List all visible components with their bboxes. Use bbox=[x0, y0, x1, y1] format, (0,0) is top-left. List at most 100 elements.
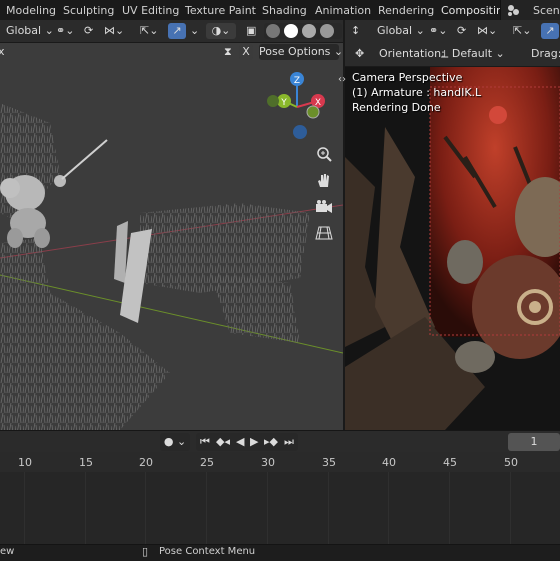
scene-selector[interactable]: Scen bbox=[500, 0, 560, 20]
tab-animation[interactable]: Animation bbox=[315, 0, 371, 20]
orientation-label: Orientation: bbox=[379, 47, 445, 60]
status-context-menu-hint: Pose Context Menu bbox=[159, 546, 256, 557]
frame-gridline bbox=[85, 472, 86, 544]
shading-mode-buttons bbox=[264, 23, 342, 39]
xray-icon[interactable]: ▣ bbox=[246, 20, 256, 42]
frame-tick: 10 bbox=[18, 456, 32, 469]
overlay-toggle[interactable]: ◑⌄ bbox=[206, 23, 236, 39]
region-toggle-icon[interactable]: ‹› bbox=[338, 74, 346, 85]
snap-target-icon[interactable]: ⋈⌄ bbox=[477, 20, 497, 42]
gizmo-dropdown[interactable]: ⌄ bbox=[190, 20, 199, 42]
playback-controls: ⏮ ◆◂ ◀ ▶ ▸◆ ⏭ bbox=[196, 433, 298, 451]
grass-mesh bbox=[210, 273, 300, 343]
pan-hand-icon[interactable] bbox=[313, 170, 335, 192]
tab-sculpting[interactable]: Sculpting bbox=[63, 0, 114, 20]
play-icon[interactable]: ▶ bbox=[250, 433, 258, 451]
pivot-icon[interactable]: ⚭⌄ bbox=[56, 20, 74, 42]
tab-texture-paint[interactable]: Texture Paint bbox=[185, 0, 256, 20]
frame-tick: 30 bbox=[261, 456, 275, 469]
rendered-shading-icon[interactable] bbox=[320, 24, 334, 38]
record-icon: ● bbox=[163, 435, 174, 448]
frame-tick: 20 bbox=[139, 456, 153, 469]
orientation-dropdown-right[interactable]: Global ⌄ bbox=[377, 20, 425, 42]
frame-tick: 25 bbox=[200, 456, 214, 469]
frame-gridline bbox=[267, 472, 268, 544]
tab-uv-editing[interactable]: UV Editing bbox=[122, 0, 179, 20]
frame-tick: 40 bbox=[382, 456, 396, 469]
frame-gridline bbox=[328, 472, 329, 544]
orientation-dropdown[interactable]: Global ⌄ bbox=[6, 20, 54, 42]
drag-label: Drag: bbox=[531, 47, 560, 60]
wireframe-shading-icon[interactable] bbox=[266, 24, 280, 38]
next-keyframe-icon[interactable]: ▸◆ bbox=[264, 433, 278, 451]
status-left-hint: ew bbox=[0, 546, 15, 557]
chevron-down-icon: ⌄ bbox=[495, 47, 505, 60]
gizmo-z-label: Z bbox=[294, 76, 300, 86]
jump-end-icon[interactable]: ⏭ bbox=[284, 433, 294, 451]
axis-icon: ⟂ bbox=[441, 47, 449, 60]
gizmo-y-label: Y bbox=[280, 98, 287, 108]
camera-view-icon[interactable] bbox=[313, 196, 335, 218]
timeline-header: ● ⌄ ⏮ ◆◂ ◀ ▶ ▸◆ ⏭ 1 bbox=[0, 430, 560, 453]
snap-target-icon[interactable]: ⋈⌄ bbox=[104, 20, 124, 42]
current-frame-field[interactable]: 1 bbox=[508, 433, 560, 451]
rendered-scene bbox=[345, 67, 560, 430]
left-viewport-subheader: x ⧗ X Pose Options ⌄ bbox=[0, 43, 343, 63]
chevron-down-icon: ⌄ bbox=[333, 45, 344, 58]
move-icon[interactable]: ↕ bbox=[351, 20, 360, 42]
gizmo-neg-y[interactable] bbox=[306, 105, 320, 119]
timeline-ruler[interactable]: 10 15 20 25 30 35 40 45 50 bbox=[0, 452, 560, 472]
frame-tick: 35 bbox=[322, 456, 336, 469]
pivot-icon[interactable]: ⚭⌄ bbox=[429, 20, 447, 42]
tab-modeling[interactable]: Modeling bbox=[6, 0, 56, 20]
zoom-icon[interactable] bbox=[313, 144, 335, 166]
frame-tick: 45 bbox=[443, 456, 457, 469]
transform-icon: ✥ bbox=[355, 47, 365, 60]
tab-compositing[interactable]: Compositin bbox=[441, 0, 503, 20]
pose-options-dropdown[interactable]: Pose Options ⌄ bbox=[259, 44, 343, 60]
orientation-default-dropdown[interactable]: ⟂ Default ⌄ bbox=[441, 42, 505, 66]
mouse-right-icon: ▯ bbox=[142, 545, 149, 558]
prev-keyframe-icon[interactable]: ◆◂ bbox=[216, 433, 230, 451]
snap-icon[interactable]: ⟳ bbox=[457, 20, 466, 42]
navigation-gizmo[interactable]: Z Y X bbox=[262, 71, 332, 143]
frame-tick: 50 bbox=[504, 456, 518, 469]
perspective-grid-icon[interactable] bbox=[313, 222, 335, 244]
frame-gridline bbox=[510, 472, 511, 544]
status-bar: ew ▯ Pose Context Menu bbox=[0, 544, 560, 561]
x-mirror-toggle[interactable]: X bbox=[239, 44, 253, 60]
gizmo-neg-z[interactable] bbox=[293, 125, 307, 139]
viewport-info-perspective: Camera Perspective bbox=[352, 71, 463, 84]
3d-viewport-left[interactable]: Z Y X bbox=[0, 43, 343, 430]
mirror-icon[interactable]: ⧗ bbox=[224, 42, 232, 62]
viewport-info-status: Rendering Done bbox=[352, 101, 441, 114]
frame-gridline bbox=[24, 472, 25, 544]
chevron-down-icon: ⌄ bbox=[44, 24, 54, 37]
scene-name: Scen bbox=[533, 4, 560, 17]
proportional-edit-icon[interactable]: ⇱⌄ bbox=[140, 20, 158, 42]
frame-tick: 15 bbox=[79, 456, 93, 469]
viewport-info-object: (1) Armature : handIK.L bbox=[352, 86, 482, 99]
tab-rendering[interactable]: Rendering bbox=[378, 0, 434, 20]
tab-shading[interactable]: Shading bbox=[262, 0, 307, 20]
right-viewport-header: ↕ Global ⌄ ⚭⌄ ⟳ ⋈⌄ ⇱⌄ ↗ bbox=[345, 20, 560, 43]
keyframe-record-dropdown[interactable]: ● ⌄ bbox=[160, 433, 190, 451]
transform-gizmo-toggle[interactable]: ↗ bbox=[168, 23, 186, 39]
chevron-down-icon: ⌄ bbox=[415, 24, 425, 37]
snap-icon[interactable]: ⟳ bbox=[84, 20, 93, 42]
play-reverse-icon[interactable]: ◀ bbox=[236, 433, 244, 451]
mode-menu-fragment[interactable]: x bbox=[0, 42, 5, 62]
timeline-area[interactable] bbox=[0, 472, 560, 544]
gizmo-neg-x[interactable] bbox=[267, 95, 279, 107]
frame-gridline bbox=[206, 472, 207, 544]
material-shading-icon[interactable] bbox=[302, 24, 316, 38]
solid-shading-icon[interactable] bbox=[284, 24, 298, 38]
workspace-tab-bar: Modeling Sculpting UV Editing Texture Pa… bbox=[0, 0, 560, 20]
proportional-edit-icon[interactable]: ⇱⌄ bbox=[513, 20, 531, 42]
left-viewport-header: Global ⌄ ⚭⌄ ⟳ ⋈⌄ ⇱⌄ ↗ ⌄ ◑⌄ ▣ bbox=[0, 20, 343, 43]
jump-start-icon[interactable]: ⏮ bbox=[200, 433, 210, 451]
frame-gridline bbox=[388, 472, 389, 544]
3d-viewport-right[interactable]: Camera Perspective (1) Armature : handIK… bbox=[345, 67, 560, 430]
red-moon bbox=[489, 106, 507, 124]
transform-gizmo-toggle[interactable]: ↗ bbox=[541, 23, 559, 39]
